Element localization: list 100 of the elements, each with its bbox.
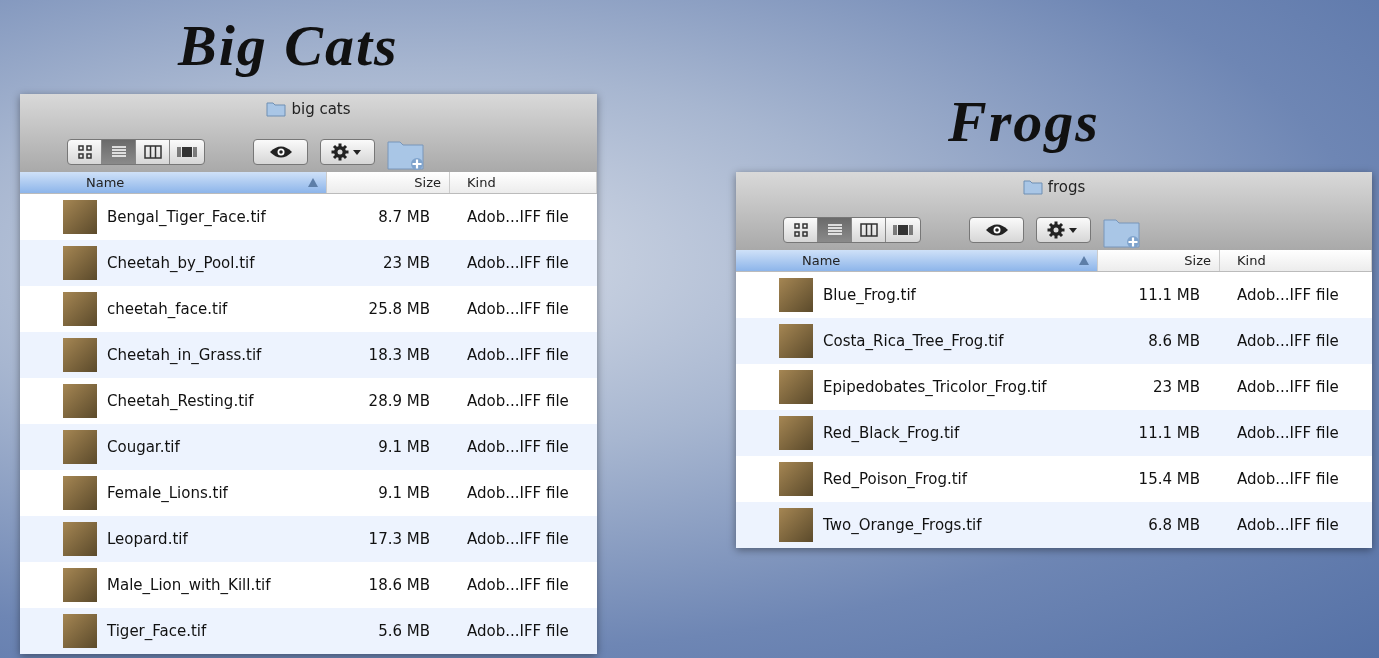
file-kind: Adob...IFF file bbox=[467, 254, 569, 272]
photo-thumbnail bbox=[779, 462, 813, 496]
file-row[interactable]: Cheetah_by_Pool.tif 23 MB Adob...IFF file bbox=[20, 240, 597, 286]
file-size: 9.1 MB bbox=[378, 438, 430, 456]
column-header[interactable]: Size bbox=[327, 172, 450, 193]
photo-thumbnail bbox=[779, 508, 813, 542]
file-kind: Adob...IFF file bbox=[467, 484, 569, 502]
columns-icon bbox=[859, 223, 878, 237]
file-name: Bengal_Tiger_Face.tif bbox=[107, 208, 266, 226]
file-size: 17.3 MB bbox=[368, 530, 430, 548]
file-kind: Adob...IFF file bbox=[1237, 286, 1339, 304]
column-header[interactable]: Name bbox=[736, 250, 1098, 271]
photo-thumbnail bbox=[63, 568, 97, 602]
file-row[interactable]: Cougar.tif 9.1 MB Adob...IFF file bbox=[20, 424, 597, 470]
list-icon bbox=[110, 145, 127, 159]
folder-icon bbox=[1022, 179, 1043, 195]
photo-thumbnail bbox=[63, 522, 97, 556]
file-kind: Adob...IFF file bbox=[467, 438, 569, 456]
file-kind: Adob...IFF file bbox=[1237, 516, 1339, 534]
file-name: cheetah_face.tif bbox=[107, 300, 228, 318]
file-name: Epipedobates_Tricolor_Frog.tif bbox=[823, 378, 1047, 396]
grid-icon bbox=[76, 145, 93, 159]
file-name: Cougar.tif bbox=[107, 438, 180, 456]
file-row[interactable]: Blue_Frog.tif 11.1 MB Adob...IFF file bbox=[736, 272, 1372, 318]
file-name: Red_Poison_Frog.tif bbox=[823, 470, 968, 488]
file-size: 8.7 MB bbox=[378, 208, 430, 226]
file-row[interactable]: Two_Orange_Frogs.tif 6.8 MB Adob...IFF file bbox=[736, 502, 1372, 548]
file-kind: Adob...IFF file bbox=[1237, 424, 1339, 442]
photo-thumbnail bbox=[63, 246, 97, 280]
file-kind: Adob...IFF file bbox=[467, 392, 569, 410]
folder-icon bbox=[266, 101, 287, 117]
file-name: Blue_Frog.tif bbox=[823, 286, 916, 304]
window-title: frogs bbox=[1047, 178, 1086, 196]
file-size: 5.6 MB bbox=[378, 622, 430, 640]
file-size: 11.1 MB bbox=[1138, 424, 1200, 442]
file-size: 18.3 MB bbox=[368, 346, 430, 364]
file-name: Leopard.tif bbox=[107, 530, 188, 548]
file-name: Cheetah_Resting.tif bbox=[107, 392, 254, 410]
file-row[interactable]: Cheetah_Resting.tif 28.9 MB Adob...IFF file bbox=[20, 378, 597, 424]
file-name: Red_Black_Frog.tif bbox=[823, 424, 960, 442]
window-title: big cats bbox=[291, 100, 351, 118]
file-name: Cheetah_in_Grass.tif bbox=[107, 346, 262, 364]
photo-thumbnail bbox=[779, 416, 813, 450]
file-kind: Adob...IFF file bbox=[467, 622, 569, 640]
desktop-heading: Big Cats bbox=[178, 12, 399, 79]
eye-icon bbox=[268, 145, 293, 159]
file-name: Cheetah_by_Pool.tif bbox=[107, 254, 255, 272]
column-header[interactable]: Name bbox=[20, 172, 327, 193]
file-name: Male_Lion_with_Kill.tif bbox=[107, 576, 271, 594]
file-kind: Adob...IFF file bbox=[1237, 470, 1339, 488]
column-header[interactable]: Size bbox=[1098, 250, 1220, 271]
file-name: Costa_Rica_Tree_Frog.tif bbox=[823, 332, 1004, 350]
photo-thumbnail bbox=[63, 430, 97, 464]
action-menu-button[interactable] bbox=[320, 139, 375, 165]
file-size: 11.1 MB bbox=[1138, 286, 1200, 304]
file-size: 28.9 MB bbox=[368, 392, 430, 410]
photo-thumbnail bbox=[779, 278, 813, 312]
photo-thumbnail bbox=[63, 200, 97, 234]
file-row[interactable]: Female_Lions.tif 9.1 MB Adob...IFF file bbox=[20, 470, 597, 516]
list-icon bbox=[826, 223, 843, 237]
photo-thumbnail bbox=[779, 324, 813, 358]
file-size: 23 MB bbox=[1152, 378, 1200, 396]
file-row[interactable]: Cheetah_in_Grass.tif 18.3 MB Adob...IFF file bbox=[20, 332, 597, 378]
photo-thumbnail bbox=[63, 384, 97, 418]
cover-flow-icon bbox=[893, 223, 913, 237]
file-row[interactable]: Costa_Rica_Tree_Frog.tif 8.6 MB Adob...IFF file bbox=[736, 318, 1372, 364]
photo-thumbnail bbox=[63, 292, 97, 326]
column-header[interactable]: Kind bbox=[1220, 250, 1372, 271]
file-kind: Adob...IFF file bbox=[467, 300, 569, 318]
file-row[interactable]: Red_Poison_Frog.tif 15.4 MB Adob...IFF file bbox=[736, 456, 1372, 502]
grid-icon bbox=[792, 223, 809, 237]
file-size: 18.6 MB bbox=[368, 576, 430, 594]
file-size: 8.6 MB bbox=[1148, 332, 1200, 350]
photo-thumbnail bbox=[63, 476, 97, 510]
file-kind: Adob...IFF file bbox=[467, 208, 569, 226]
quick-look-button[interactable] bbox=[253, 139, 308, 165]
file-row[interactable]: Bengal_Tiger_Face.tif 8.7 MB Adob...IFF file bbox=[20, 194, 597, 240]
file-row[interactable]: Red_Black_Frog.tif 11.1 MB Adob...IFF file bbox=[736, 410, 1372, 456]
desktop-heading: Frogs bbox=[948, 88, 1100, 155]
file-kind: Adob...IFF file bbox=[467, 346, 569, 364]
file-size: 25.8 MB bbox=[368, 300, 430, 318]
file-name: Tiger_Face.tif bbox=[107, 622, 207, 640]
file-kind: Adob...IFF file bbox=[467, 530, 569, 548]
file-row[interactable]: Male_Lion_with_Kill.tif 18.6 MB Adob...IFF file bbox=[20, 562, 597, 608]
photo-thumbnail bbox=[779, 370, 813, 404]
cover-flow-icon bbox=[177, 145, 197, 159]
file-name: Female_Lions.tif bbox=[107, 484, 228, 502]
action-menu-button[interactable] bbox=[1036, 217, 1091, 243]
file-row[interactable]: cheetah_face.tif 25.8 MB Adob...IFF file bbox=[20, 286, 597, 332]
file-row[interactable]: Leopard.tif 17.3 MB Adob...IFF file bbox=[20, 516, 597, 562]
sort-ascending-icon bbox=[308, 178, 318, 187]
file-row[interactable]: Epipedobates_Tricolor_Frog.tif 23 MB Adob...IFF file bbox=[736, 364, 1372, 410]
columns-icon bbox=[143, 145, 162, 159]
eye-icon bbox=[984, 223, 1009, 237]
file-size: 15.4 MB bbox=[1138, 470, 1200, 488]
file-size: 9.1 MB bbox=[378, 484, 430, 502]
photo-thumbnail bbox=[63, 614, 97, 648]
column-header[interactable]: Kind bbox=[450, 172, 597, 193]
file-row[interactable]: Tiger_Face.tif 5.6 MB Adob...IFF file bbox=[20, 608, 597, 654]
quick-look-button[interactable] bbox=[969, 217, 1024, 243]
